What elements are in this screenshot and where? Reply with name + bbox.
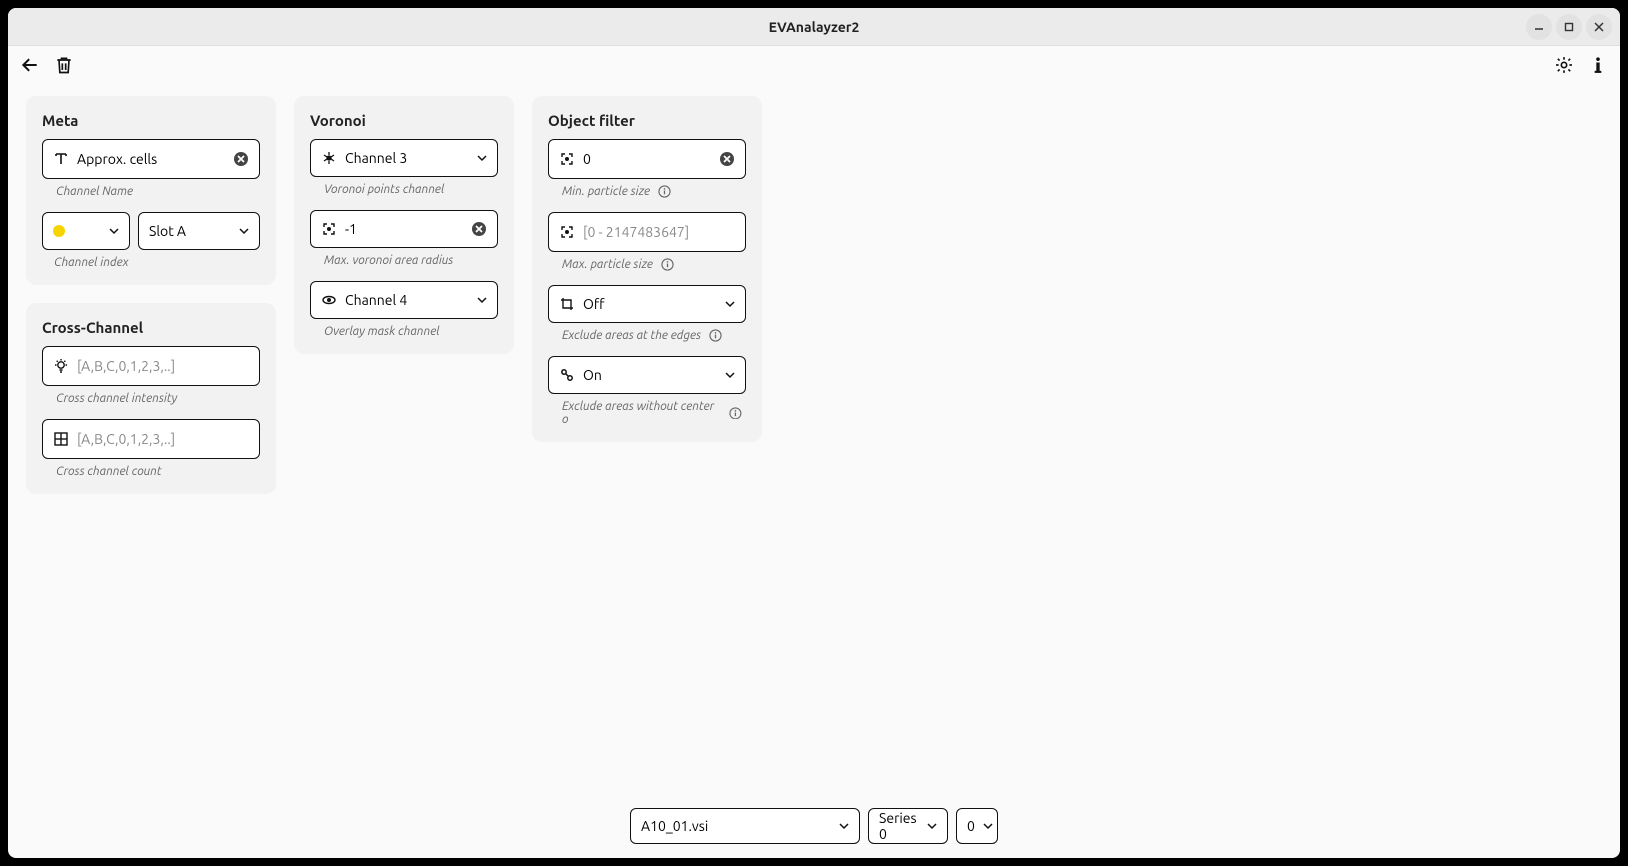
focus-icon [321, 221, 337, 237]
gear-icon[interactable] [1554, 55, 1574, 75]
trash-icon[interactable] [54, 55, 74, 75]
overlay-mask-hint: Overlay mask channel [310, 319, 498, 338]
slot-select-value: Slot A [149, 223, 231, 239]
chevron-down-icon [725, 366, 735, 384]
window-controls [1526, 8, 1612, 45]
series-select[interactable]: Series 0 [868, 808, 948, 844]
footer: A10_01.vsi Series 0 0 [8, 794, 1620, 858]
cross-intensity-input[interactable] [42, 346, 260, 386]
focus-icon [559, 224, 575, 240]
exclude-edges-select[interactable]: Off [548, 285, 746, 323]
focus-icon [559, 151, 575, 167]
voronoi-radius-hint: Max. voronoi area radius [310, 248, 498, 267]
meta-panel-title: Meta [36, 108, 266, 139]
voronoi-icon [321, 150, 337, 166]
minimize-button[interactable] [1526, 14, 1552, 40]
chevron-down-icon [927, 817, 937, 835]
cross-intensity-text[interactable] [77, 358, 249, 374]
min-particle-hint: Min. particle size [548, 179, 746, 198]
voronoi-panel: Voronoi Channel 3 Voronoi points channel [294, 96, 514, 354]
voronoi-points-value: Channel 3 [345, 150, 469, 166]
chevron-down-icon [477, 291, 487, 309]
crop-icon [559, 296, 575, 312]
close-button[interactable] [1586, 14, 1612, 40]
chevron-down-icon [983, 817, 993, 835]
window-title: EVAnalayzer2 [769, 19, 860, 35]
object-filter-title: Object filter [542, 108, 752, 139]
color-select[interactable] [42, 212, 130, 250]
info-icon[interactable] [1588, 55, 1608, 75]
exclude-edges-hint: Exclude areas at the edges [548, 323, 746, 342]
min-particle-input[interactable] [548, 139, 746, 179]
overlay-mask-select[interactable]: Channel 4 [310, 281, 498, 319]
exclude-center-select[interactable]: On [548, 356, 746, 394]
color-swatch-icon [53, 225, 65, 237]
index-select[interactable]: 0 [956, 808, 998, 844]
info-circle-icon[interactable] [709, 329, 722, 342]
max-particle-hint: Max. particle size [548, 252, 746, 271]
channel-name-text[interactable] [77, 151, 225, 167]
voronoi-points-select[interactable]: Channel 3 [310, 139, 498, 177]
chevron-down-icon [839, 817, 849, 835]
slot-select[interactable]: Slot A [138, 212, 260, 250]
info-circle-icon[interactable] [729, 407, 742, 420]
chevron-down-icon [109, 222, 119, 240]
voronoi-points-hint: Voronoi points channel [310, 177, 498, 196]
exclude-edges-value: Off [583, 296, 717, 312]
info-circle-icon[interactable] [661, 258, 674, 271]
link-icon [559, 367, 575, 383]
file-select-value: A10_01.vsi [641, 818, 831, 834]
overlay-mask-value: Channel 4 [345, 292, 469, 308]
clear-icon[interactable] [233, 151, 249, 167]
channel-name-hint: Channel Name [42, 179, 260, 198]
voronoi-radius-text[interactable] [345, 221, 463, 237]
chevron-down-icon [477, 149, 487, 167]
max-particle-input[interactable] [548, 212, 746, 252]
titlebar: EVAnalayzer2 [8, 8, 1620, 46]
cross-channel-panel: Cross-Channel Cross channel intensity [26, 303, 276, 494]
channel-index-hint: Channel index [36, 250, 266, 269]
index-select-value: 0 [967, 818, 975, 834]
meta-panel: Meta Channel Name [26, 96, 276, 285]
type-icon [53, 151, 69, 167]
info-circle-icon[interactable] [658, 185, 671, 198]
toolbar [8, 46, 1620, 84]
object-filter-panel: Object filter Min. particle size [532, 96, 762, 442]
cross-count-hint: Cross channel count [42, 459, 260, 478]
voronoi-radius-input[interactable] [310, 210, 498, 248]
grid-icon [53, 431, 69, 447]
series-select-value: Series 0 [879, 810, 919, 842]
cross-count-input[interactable] [42, 419, 260, 459]
exclude-center-value: On [583, 367, 717, 383]
chevron-down-icon [725, 295, 735, 313]
back-icon[interactable] [20, 55, 40, 75]
voronoi-title: Voronoi [304, 108, 504, 139]
exclude-center-hint: Exclude areas without center o [548, 394, 746, 426]
cross-intensity-hint: Cross channel intensity [42, 386, 260, 405]
eye-icon [321, 292, 337, 308]
channel-name-input[interactable] [42, 139, 260, 179]
main-content: Meta Channel Name [8, 84, 1620, 794]
cross-count-text[interactable] [77, 431, 249, 447]
clear-icon[interactable] [471, 221, 487, 237]
chevron-down-icon [239, 222, 249, 240]
file-select[interactable]: A10_01.vsi [630, 808, 860, 844]
max-particle-text[interactable] [583, 224, 735, 240]
lightbulb-icon [53, 358, 69, 374]
cross-channel-title: Cross-Channel [36, 315, 266, 346]
min-particle-text[interactable] [583, 151, 711, 167]
maximize-button[interactable] [1556, 14, 1582, 40]
clear-icon[interactable] [719, 151, 735, 167]
